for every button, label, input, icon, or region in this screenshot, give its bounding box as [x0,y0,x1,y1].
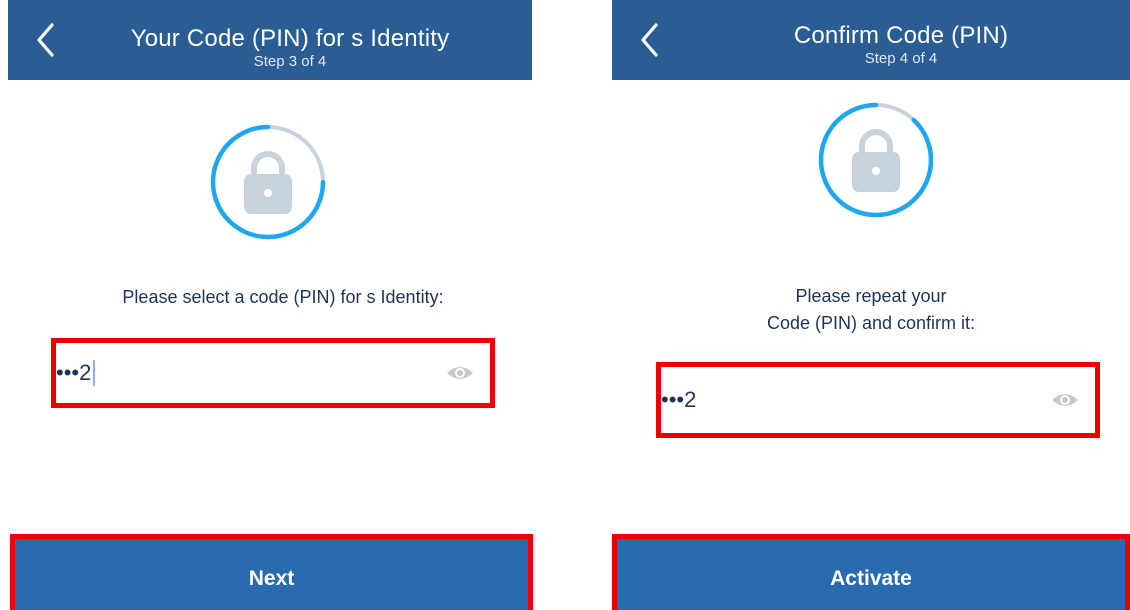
pin-value: ••• 2 [56,360,96,386]
pin-value: ••• 2 [661,387,697,413]
activate-button[interactable]: Activate [612,534,1130,610]
lock-icon [852,129,900,192]
header-bar: Confirm Code (PIN) Step 4 of 4 [612,0,1130,80]
pin-prompt: Please repeat your Code (PIN) and confir… [612,283,1130,337]
step-indicator: Step 4 of 4 [864,50,938,67]
pin-input[interactable]: ••• 2 [51,338,495,408]
header-bar: Your Code (PIN) for s Identity Step 3 of… [8,0,532,80]
pin-confirm-screen: Confirm Code (PIN) Step 4 of 4 Please re… [612,0,1130,610]
lock-progress-indicator [208,122,328,242]
header-titles: Confirm Code (PIN) Step 4 of 4 [672,0,1130,68]
pin-confirm-input[interactable]: ••• 2 [656,362,1100,438]
back-button[interactable] [630,20,670,60]
eye-icon[interactable] [446,364,474,382]
page-title: Your Code (PIN) for s Identity [130,25,450,52]
pin-masked-digits: ••• [661,387,685,412]
eye-icon[interactable] [1051,391,1079,409]
text-cursor [93,360,96,386]
pin-last-digit: 2 [684,387,698,412]
pin-masked-digits: ••• [56,360,80,385]
pin-prompt-line-1: Please repeat your [795,286,947,306]
header-titles: Your Code (PIN) for s Identity Step 3 of… [48,0,532,71]
pin-last-digit: 2 [79,360,93,385]
chevron-left-icon [641,23,658,57]
lock-icon [244,151,292,214]
next-button[interactable]: Next [10,534,533,610]
lock-progress-indicator [816,100,936,220]
pin-prompt: Please select a code (PIN) for s Identit… [122,287,444,307]
pin-setup-screen: Your Code (PIN) for s Identity Step 3 of… [0,0,540,610]
pin-prompt-line-2: Code (PIN) and confirm it: [766,313,976,333]
page-title: Confirm Code (PIN) [793,22,1009,49]
step-indicator: Step 3 of 4 [253,53,327,70]
